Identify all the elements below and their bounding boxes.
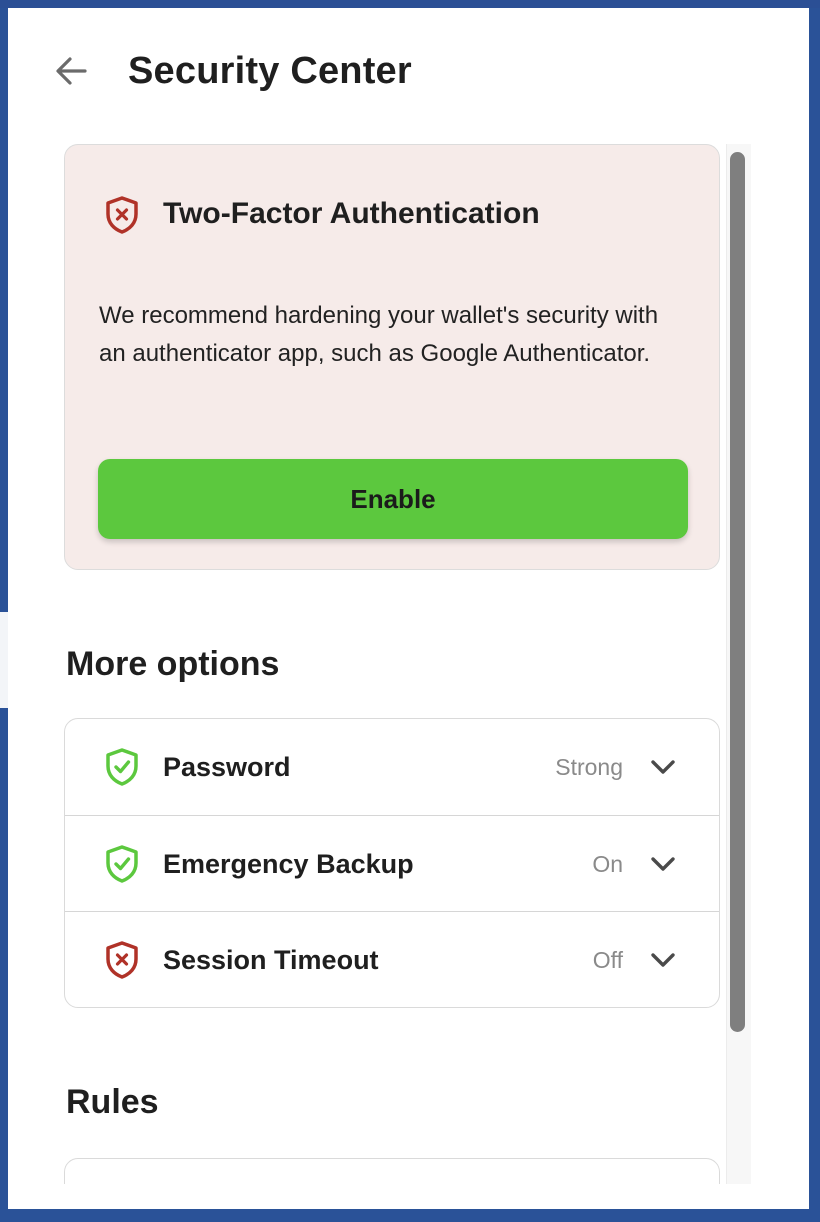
chevron-down-icon[interactable] (649, 852, 677, 876)
option-label: Emergency Backup (163, 849, 414, 879)
window-background-strip (0, 0, 820, 8)
security-center-panel: Security Center Two-Factor Authenticatio… (8, 8, 809, 1209)
option-status: Off (592, 947, 623, 973)
header: Security Center (8, 8, 809, 138)
option-row-emergency-backup[interactable]: Emergency Backup On (65, 815, 719, 912)
option-status: Strong (555, 754, 623, 780)
option-row-password[interactable]: Password Strong (65, 719, 719, 815)
two-factor-title: Two-Factor Authentication (163, 197, 540, 230)
more-options-heading: More options (66, 645, 280, 683)
option-label: Session Timeout (163, 945, 379, 975)
rules-heading: Rules (66, 1083, 159, 1121)
shield-x-icon (106, 196, 138, 234)
scroll-content: Two-Factor Authentication We recommend h… (8, 144, 750, 1184)
option-row-session-timeout[interactable]: Session Timeout Off (65, 911, 719, 1007)
two-factor-description: We recommend hardening your wallet's sec… (99, 302, 659, 367)
chevron-down-icon[interactable] (649, 948, 677, 972)
rules-card[interactable] (64, 1158, 720, 1184)
two-factor-card: Two-Factor Authentication We recommend h… (64, 144, 720, 570)
scrollbar-thumb[interactable] (730, 152, 745, 1032)
options-list: Password Strong Emergency Backup On Sess… (64, 718, 720, 1008)
shield-check-icon (106, 748, 138, 786)
enable-button[interactable]: Enable (98, 459, 688, 539)
page-title: Security Center (128, 50, 412, 92)
arrow-left-icon (56, 57, 87, 85)
back-button[interactable] (48, 48, 94, 94)
option-status: On (592, 851, 623, 877)
shield-x-icon (106, 941, 138, 979)
background-window-edge (0, 612, 8, 708)
chevron-down-icon[interactable] (649, 755, 677, 779)
panel-bottom (8, 1184, 809, 1209)
shield-check-icon (106, 845, 138, 883)
option-label: Password (163, 752, 291, 782)
